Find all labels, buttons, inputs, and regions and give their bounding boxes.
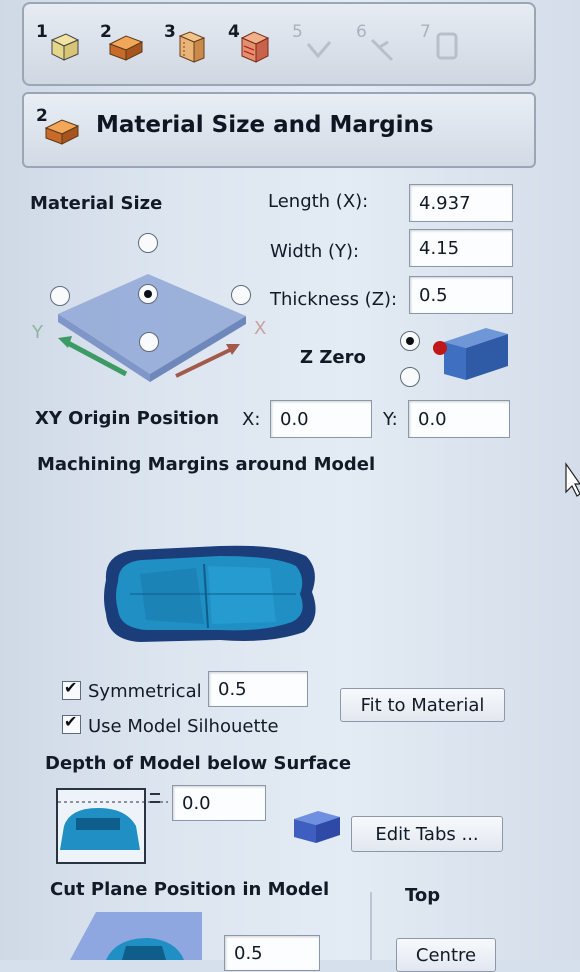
- material-box-icon: [50, 33, 80, 61]
- tab-block-icon: [294, 811, 340, 843]
- silhouette-label: Use Model Silhouette: [88, 716, 279, 737]
- length-field[interactable]: 4.937: [409, 184, 513, 222]
- step-5-button[interactable]: 5: [292, 22, 338, 68]
- origin-left-radio[interactable]: [50, 286, 70, 306]
- origin-top-radio[interactable]: [138, 233, 158, 253]
- silhouette-checkbox[interactable]: [62, 712, 81, 734]
- edit-tabs-button[interactable]: Edit Tabs ...: [351, 816, 503, 852]
- thickness-label: Thickness (Z):: [270, 289, 398, 310]
- width-label: Width (Y):: [270, 241, 360, 262]
- length-label: Length (X):: [268, 191, 369, 212]
- material-size-heading: Material Size: [30, 193, 163, 214]
- page-title: Material Size and Margins: [96, 112, 434, 138]
- step-7-button[interactable]: 7: [420, 22, 466, 68]
- symmetrical-label: Symmetrical: [88, 681, 202, 702]
- hatched-slice-icon: [240, 31, 270, 63]
- z-zero-label: Z Zero: [300, 347, 366, 368]
- top-label: Top: [405, 885, 441, 906]
- step-6-button[interactable]: 6: [356, 22, 402, 68]
- slice-icon: [178, 31, 206, 63]
- material-block-icon: [108, 35, 144, 61]
- x-axis-label: X: [254, 318, 266, 339]
- step-number: 3: [164, 22, 176, 42]
- z-zero-top-radio[interactable]: [400, 331, 420, 351]
- origin-y-label: Y:: [383, 409, 398, 430]
- depth-heading: Depth of Model below Surface: [45, 753, 352, 774]
- origin-y-field[interactable]: 0.0: [408, 400, 510, 438]
- step-3-button[interactable]: 3: [164, 22, 210, 68]
- width-field[interactable]: 4.15: [409, 229, 513, 267]
- thickness-field[interactable]: 0.5: [409, 276, 513, 314]
- fit-to-material-button[interactable]: Fit to Material: [340, 688, 505, 722]
- material-block-icon: [44, 119, 80, 145]
- origin-right-radio[interactable]: [231, 285, 251, 305]
- section-header: 2 Material Size and Margins: [22, 92, 536, 168]
- mouse-cursor-icon: [565, 462, 580, 497]
- model-margin-preview: [104, 545, 316, 642]
- cut-plane-field[interactable]: 0.5: [224, 935, 320, 971]
- y-axis-label: Y: [31, 322, 44, 343]
- origin-x-field[interactable]: 0.0: [270, 400, 372, 438]
- divider: [370, 892, 372, 960]
- depth-field[interactable]: 0.0: [172, 785, 266, 821]
- z-zero-bottom-radio[interactable]: [400, 367, 420, 387]
- depth-preview-icon: [56, 788, 168, 864]
- step-number: 1: [36, 22, 48, 42]
- step-1-button[interactable]: 1: [36, 22, 82, 68]
- step-2-button[interactable]: 2: [100, 22, 146, 68]
- disabled-step-icon: [436, 32, 458, 60]
- cut-plane-heading: Cut Plane Position in Model: [50, 879, 330, 900]
- origin-x-label: X:: [242, 409, 261, 430]
- cut-plane-preview: [70, 912, 202, 960]
- origin-centre-radio[interactable]: [138, 284, 158, 304]
- symmetrical-checkbox[interactable]: [62, 678, 81, 700]
- step-number: 5: [292, 22, 303, 42]
- wizard-step-toolbar: 1 2 3 4 5 6 7: [22, 2, 536, 86]
- centre-button[interactable]: Centre: [396, 938, 496, 972]
- disabled-step-icon: [370, 38, 394, 62]
- margins-heading: Machining Margins around Model: [37, 454, 376, 475]
- step-4-button[interactable]: 4: [228, 22, 274, 68]
- z-zero-block-icon: [433, 328, 508, 380]
- xy-origin-label: XY Origin Position: [35, 408, 220, 429]
- origin-bottom-radio[interactable]: [139, 332, 159, 352]
- step-number: 7: [420, 22, 431, 42]
- margin-field[interactable]: 0.5: [208, 671, 308, 707]
- step-number: 6: [356, 22, 367, 42]
- disabled-step-icon: [306, 41, 332, 59]
